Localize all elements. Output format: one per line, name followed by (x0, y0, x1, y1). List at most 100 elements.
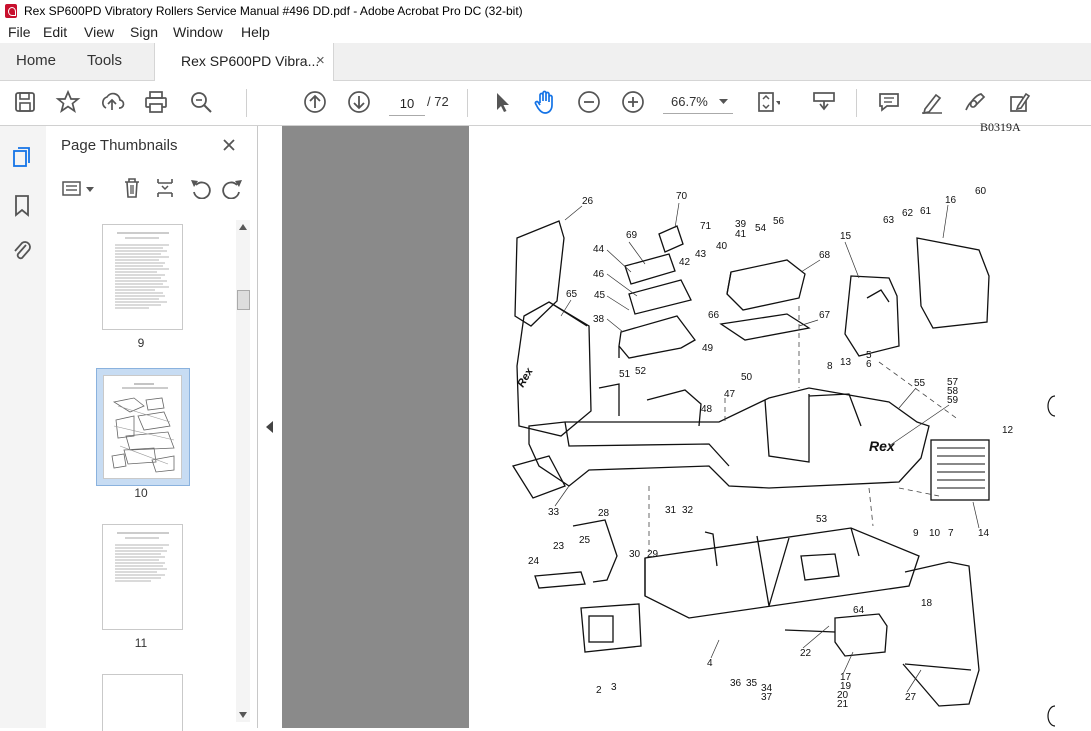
part-label: 40 (716, 241, 728, 252)
menu-help[interactable]: Help (241, 24, 270, 40)
part-label: 23 (553, 541, 565, 552)
part-label: 7 (948, 528, 954, 539)
tab-document[interactable]: Rex SP600PD Vibra... × (154, 43, 334, 81)
comment-icon[interactable] (876, 89, 902, 115)
part-label: 63 (883, 215, 895, 226)
part-label: 36 (730, 678, 742, 689)
part-label: 13 (840, 357, 852, 368)
menu-bar: File Edit View Sign Window Help (0, 22, 1091, 44)
scrollbar-thumb[interactable] (237, 290, 250, 310)
delete-icon[interactable] (122, 177, 142, 199)
part-label: 69 (626, 230, 638, 241)
part-label: 21 (837, 699, 849, 710)
part-label: 2 (596, 685, 602, 696)
part-label: 70 (676, 191, 688, 202)
part-label: 33 (548, 507, 560, 518)
bookmark-star-icon[interactable] (55, 89, 81, 115)
page-total: / 72 (427, 94, 449, 109)
leader-lines (554, 202, 980, 693)
part-label: 66 (708, 310, 720, 321)
part-label: 45 (594, 290, 606, 301)
save-icon[interactable] (12, 89, 38, 115)
part-label: 67 (819, 310, 831, 321)
print-icon[interactable] (143, 89, 169, 115)
rotate-right-icon[interactable] (222, 177, 244, 199)
zoom-in-icon[interactable] (620, 89, 646, 115)
panel-title: Page Thumbnails (61, 137, 178, 154)
thumbnail-scrollbar[interactable] (236, 220, 250, 722)
zoom-search-icon[interactable] (188, 89, 214, 115)
fit-page-icon[interactable] (754, 89, 782, 115)
thumbnail-label: 10 (134, 486, 148, 500)
menu-file[interactable]: File (8, 24, 31, 40)
part-label: 51 (619, 369, 631, 380)
title-bar: Rex SP600PD Vibratory Rollers Service Ma… (0, 0, 1091, 22)
diagram-parts (511, 220, 990, 707)
menu-view[interactable]: View (84, 24, 114, 40)
part-label: 55 (914, 378, 926, 389)
thumbnail-page-12[interactable] (102, 674, 183, 731)
fill-sign-icon[interactable] (1006, 89, 1032, 115)
zoom-out-icon[interactable] (576, 89, 602, 115)
next-page-icon[interactable] (346, 89, 372, 115)
menu-edit[interactable]: Edit (43, 24, 67, 40)
brand-mark: Rex (869, 438, 896, 454)
alignment-lines (648, 306, 960, 552)
attachments-icon[interactable] (11, 239, 33, 263)
tab-bar: Home Tools Rex SP600PD Vibra... × (0, 43, 1091, 81)
thumbnail-label: 9 (137, 336, 145, 350)
highlight-pen-icon[interactable] (919, 89, 945, 115)
part-label: 47 (724, 389, 736, 400)
sign-icon[interactable] (962, 89, 988, 115)
tab-document-label: Rex SP600PD Vibra... (181, 53, 320, 69)
thumbnail-page-11[interactable] (102, 524, 183, 630)
part-label: 54 (755, 223, 767, 234)
thumbnail-options-icon[interactable] (62, 180, 96, 198)
part-label: 38 (593, 314, 605, 325)
part-label: 53 (816, 514, 828, 525)
part-label: 68 (819, 250, 831, 261)
page-thumbnails-icon[interactable] (11, 146, 33, 170)
select-arrow-icon[interactable] (489, 89, 515, 115)
exploded-parts-diagram: Rex Rex 26 70 71 39 41 54 56 68 44 69 43… (511, 186, 1056, 727)
tab-home[interactable]: Home (16, 43, 56, 80)
prev-page-icon[interactable] (302, 89, 328, 115)
scroll-mode-icon[interactable] (811, 89, 837, 115)
rotate-left-icon[interactable] (189, 177, 211, 199)
thumbnail-page-9[interactable] (102, 224, 183, 330)
part-label: 12 (1002, 425, 1014, 436)
part-label: 41 (735, 229, 747, 240)
scroll-up-icon[interactable] (239, 224, 247, 230)
part-label: 35 (746, 678, 758, 689)
close-panel-icon[interactable] (222, 138, 236, 152)
menu-sign[interactable]: Sign (130, 24, 158, 40)
part-label: 3 (611, 682, 617, 693)
collapse-panel-icon[interactable] (266, 421, 273, 433)
zoom-level-select[interactable]: 66.7% (663, 91, 733, 114)
panel-splitter[interactable] (258, 126, 282, 728)
menu-window[interactable]: Window (173, 24, 223, 40)
part-label: 4 (707, 658, 713, 669)
hand-icon[interactable] (532, 89, 558, 115)
part-label: 32 (682, 505, 694, 516)
thumbnail-page-10[interactable] (103, 375, 182, 479)
close-tab-icon[interactable]: × (316, 43, 325, 79)
part-label: 62 (902, 208, 914, 219)
part-label: 10 (929, 528, 941, 539)
scroll-down-icon[interactable] (239, 712, 247, 718)
part-label: 27 (905, 692, 917, 703)
page-number-input[interactable] (389, 91, 425, 116)
zoom-level-value: 66.7% (671, 94, 708, 109)
thumbnails-panel: Page Thumbnails 9 10 11 (46, 126, 258, 731)
tab-tools[interactable]: Tools (87, 43, 122, 80)
toolbar-separator (467, 89, 468, 117)
part-label: 59 (947, 395, 959, 406)
extract-pages-icon[interactable] (155, 177, 175, 199)
part-label: 48 (701, 404, 713, 415)
document-page[interactable]: B0319A Rex Rex 26 70 71 39 41 54 56 68 4… (469, 120, 1091, 728)
part-label: 49 (702, 343, 714, 354)
part-label: 22 (800, 648, 812, 659)
bookmarks-icon[interactable] (13, 194, 31, 218)
part-label: 65 (566, 289, 578, 300)
upload-icon[interactable] (99, 89, 125, 115)
